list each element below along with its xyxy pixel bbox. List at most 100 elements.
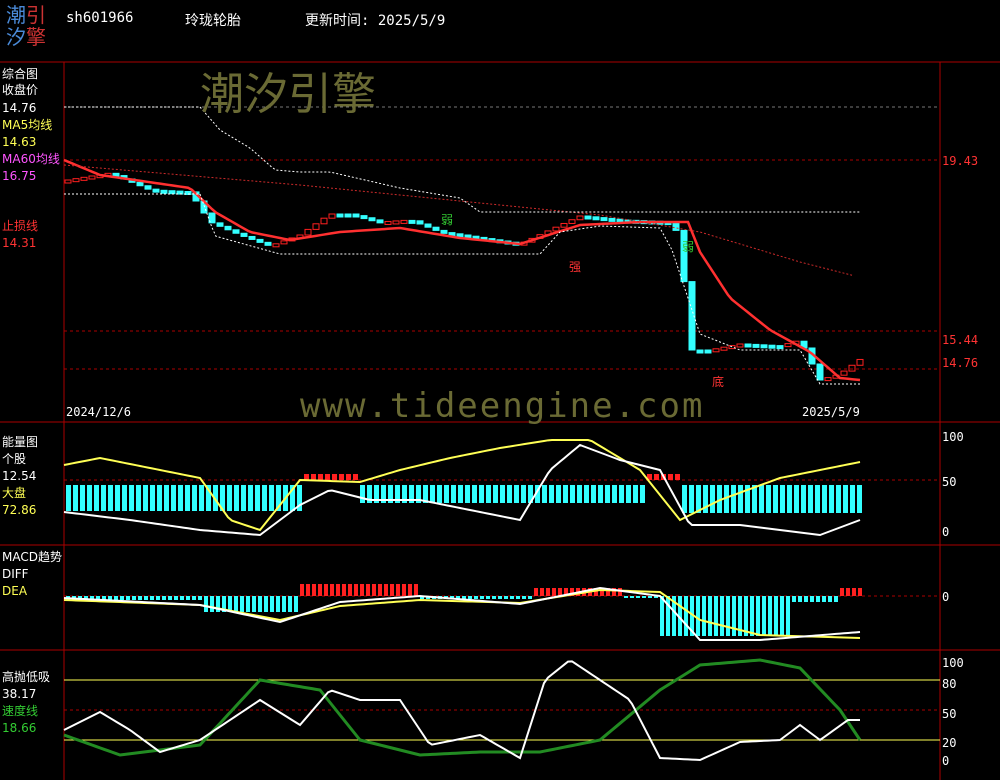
- macd-bar: [348, 584, 352, 596]
- macd-bar: [300, 584, 304, 596]
- candle: [240, 232, 248, 237]
- energy-bar: [311, 474, 316, 480]
- macd-bar: [360, 584, 364, 596]
- energy-bar: [192, 485, 197, 511]
- price-tick-low: 14.76: [942, 356, 979, 370]
- watermark-cn: 潮汐引擎: [200, 69, 376, 120]
- candle: [360, 215, 368, 220]
- energy-bar: [129, 485, 134, 511]
- macd-bar: [288, 596, 292, 612]
- energy-bar: [570, 485, 575, 503]
- energy-bar: [472, 485, 477, 503]
- macd-bar: [324, 584, 328, 596]
- macd-bar: [486, 596, 490, 599]
- macd-bar: [480, 596, 484, 599]
- energy-bar: [360, 485, 365, 503]
- energy-bar: [164, 485, 169, 511]
- macd-bar: [354, 584, 358, 596]
- macd-bar: [498, 596, 502, 599]
- energy-bar: [843, 485, 848, 513]
- energy-bar: [605, 485, 610, 503]
- close-value: 14.76: [2, 101, 37, 115]
- energy-bar: [94, 485, 99, 511]
- candle: [704, 349, 712, 354]
- macd-bar: [294, 596, 298, 612]
- candle: [272, 243, 280, 248]
- macd-bar: [396, 584, 400, 596]
- macd-bar: [468, 596, 472, 599]
- macd-bar: [516, 596, 520, 599]
- macd-bar: [492, 596, 496, 599]
- energy-bar: [829, 485, 834, 513]
- energy-bar: [66, 485, 71, 511]
- energy-bar: [269, 485, 274, 511]
- energy-panel-title: 能量图: [2, 435, 39, 449]
- macd-bar: [306, 584, 310, 596]
- energy-bar: [241, 485, 246, 511]
- energy-bar: [248, 485, 253, 511]
- energy-bar: [675, 474, 680, 480]
- date-start: 2024/12/6: [66, 405, 132, 419]
- energy-bar: [500, 485, 505, 503]
- candle: [736, 343, 744, 348]
- macd-bar: [318, 584, 322, 596]
- energy-bar: [731, 485, 736, 513]
- macd-bar: [708, 596, 712, 636]
- candle: [320, 217, 328, 225]
- candle: [368, 217, 376, 222]
- candle: [856, 358, 864, 366]
- macd-bar: [342, 584, 346, 596]
- energy-bar: [612, 485, 617, 503]
- osc-value: 38.17: [2, 687, 37, 701]
- macd-bar: [816, 596, 820, 602]
- energy-bar: [668, 474, 673, 480]
- energy-tick-100: 100: [942, 430, 964, 444]
- macd-bar: [834, 596, 838, 602]
- energy-bar: [801, 485, 806, 513]
- macd-bar: [528, 596, 532, 599]
- candle: [72, 178, 80, 183]
- macd-bar: [312, 584, 316, 596]
- energy-bar: [626, 485, 631, 503]
- annotation-weak-2: 弱: [682, 240, 695, 254]
- macd-bar: [198, 596, 202, 600]
- energy-bar: [353, 474, 358, 480]
- candle: [312, 223, 320, 230]
- candle: [768, 344, 776, 349]
- macd-bar: [714, 596, 718, 636]
- chart-root: { "header": { "logo_chars": ["潮","引","汐"…: [0, 0, 1000, 780]
- energy-bar: [87, 485, 92, 511]
- candle: [424, 223, 432, 228]
- candle: [144, 185, 152, 190]
- ma5-value: 14.63: [2, 135, 37, 149]
- stop-loss-label: 止损线: [2, 219, 39, 233]
- candle: [256, 238, 264, 243]
- candle: [168, 190, 176, 195]
- macd-bar: [474, 596, 478, 599]
- energy-bar: [108, 485, 113, 511]
- macd-bar: [378, 584, 382, 596]
- energy-bar: [689, 485, 694, 513]
- energy-bar: [549, 485, 554, 503]
- candle: [304, 228, 312, 236]
- energy-bar: [857, 485, 862, 513]
- candle: [80, 176, 88, 181]
- macd-panel-title: MACD趋势: [2, 550, 62, 564]
- macd-bar: [762, 596, 766, 636]
- energy-bar: [633, 485, 638, 503]
- energy-bar: [255, 485, 260, 511]
- macd-bar: [180, 596, 184, 600]
- macd-bar: [732, 596, 736, 636]
- candle: [408, 219, 416, 224]
- osc-tick-50: 50: [942, 707, 957, 721]
- energy-bar: [136, 485, 141, 511]
- macd-bar: [162, 596, 166, 600]
- macd-bar: [252, 596, 256, 612]
- energy-bar: [808, 485, 813, 513]
- candle: [336, 213, 344, 218]
- candle: [416, 220, 424, 225]
- stop-loss-value: 14.31: [2, 236, 37, 250]
- candle: [456, 233, 464, 238]
- energy-bar: [430, 485, 435, 503]
- energy-bar: [185, 485, 190, 511]
